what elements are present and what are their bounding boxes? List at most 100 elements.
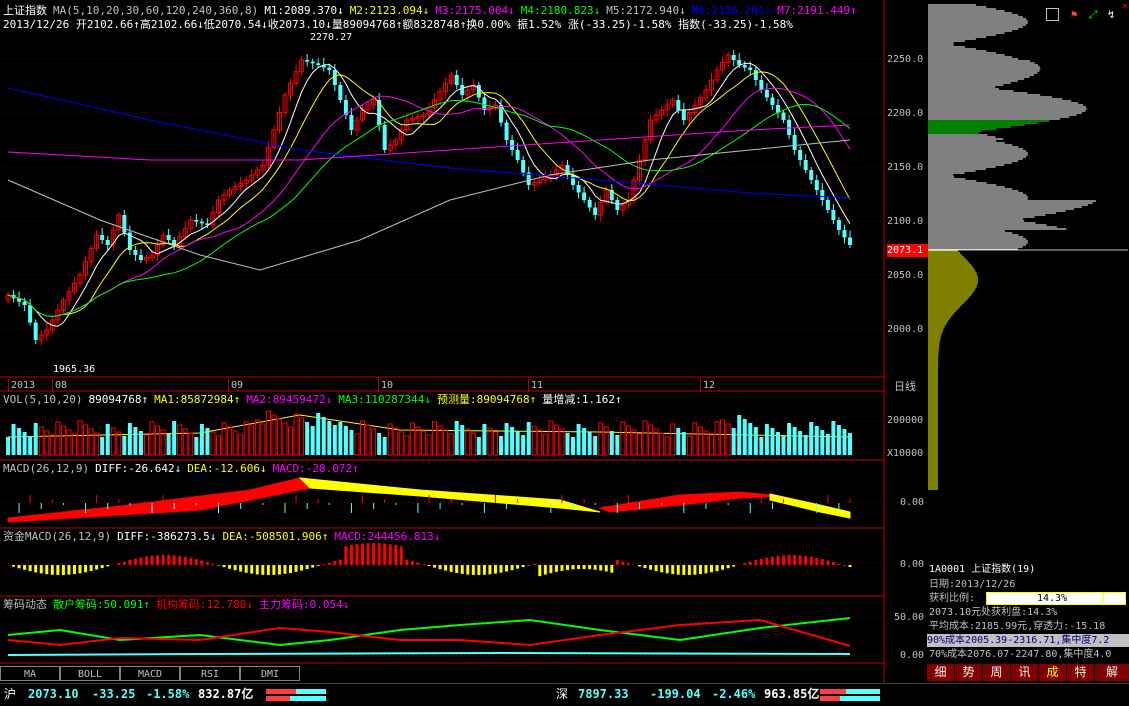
btn-detail[interactable]: 细	[927, 664, 954, 681]
candle-body-down	[831, 210, 836, 220]
volume-bar-down	[122, 436, 127, 455]
flag-icon[interactable]: ⚑	[1066, 8, 1082, 21]
volume-bar-up	[177, 424, 183, 456]
volume-bar-down	[382, 437, 387, 455]
volume-bar-down	[814, 426, 819, 455]
tab-rsi[interactable]: RSI	[180, 666, 240, 681]
candle-body-down	[836, 220, 841, 230]
candle-body-down	[105, 240, 110, 245]
volume-bar-up	[404, 435, 410, 456]
month-axis-label: 10	[378, 379, 393, 392]
volume-bar-up	[620, 421, 626, 456]
volume-bar-up	[398, 431, 404, 456]
chart-canvas[interactable]	[0, 0, 885, 683]
candle-body-down	[199, 221, 204, 224]
candle-body-down	[748, 67, 753, 70]
volume-bar-up	[631, 429, 637, 456]
candle-body-down	[166, 235, 171, 240]
volume-bar-up	[149, 421, 155, 456]
macd-histogram	[7, 477, 851, 523]
volume-bar-up	[553, 424, 559, 456]
volume-bar-down	[565, 433, 570, 455]
volume-bar-up	[559, 428, 565, 456]
volume-bar-up	[49, 434, 55, 456]
month-axis-label: 2013	[8, 379, 35, 392]
ma-header-item: M6:2126.201↓	[691, 4, 772, 17]
btn-week[interactable]: 周	[983, 664, 1010, 681]
tab-dmi[interactable]: DMI	[240, 666, 300, 681]
candle-body-down	[775, 105, 780, 113]
indicator-header: 上证指数 MA(5,10,20,30,60,120,240,360,8) M1:20…	[3, 4, 863, 17]
btn-chip[interactable]: 成	[1039, 664, 1066, 681]
profit-label: 获利比例:	[929, 593, 976, 604]
volume-bar-down	[676, 428, 681, 455]
btn-explain[interactable]: 解	[1095, 664, 1129, 681]
chip-info-box: 1A0001 上证指数(19) 日期:2013/12/26 获利比例: 14.3…	[927, 563, 1129, 663]
volume-bar-up	[143, 434, 149, 456]
macd-yellow-area-2	[769, 493, 851, 519]
btn-news[interactable]: 讯	[1011, 664, 1038, 681]
vol-header-item: MA1:85872984↑	[154, 393, 241, 406]
volume-bar-down	[798, 431, 803, 455]
candle-body-down	[803, 160, 808, 170]
fund-macd-header-item: 资金MACD(26,12,9)	[3, 530, 112, 543]
volume-bar-down	[305, 422, 310, 455]
close-icon[interactable]: ✕	[1117, 0, 1129, 13]
toolbar-box-icon[interactable]	[1046, 8, 1059, 21]
volume-bar-up	[116, 431, 122, 456]
btn-trend[interactable]: 势	[955, 664, 982, 681]
cost-line: 平均成本:2185.99元,穿透力:-15.18	[929, 621, 1106, 632]
month-axis-label: 09	[228, 379, 243, 392]
candle-body-down	[28, 305, 33, 323]
vol-header-item: 预测量:89094768↑	[437, 393, 537, 406]
volume-bar-down	[482, 424, 487, 455]
volume-bar-down	[753, 427, 758, 455]
volume-bar-down	[787, 423, 792, 455]
candle-body-down	[764, 90, 769, 98]
volume-bar-up	[293, 413, 299, 456]
sz-pct: -2.46%	[712, 687, 756, 701]
volume-bar-up	[88, 428, 94, 456]
tab-boll[interactable]: BOLL	[60, 666, 120, 681]
volume-bar-down	[681, 432, 686, 455]
candle-body-down	[454, 75, 459, 85]
cost-90-line: 90%成本2005.39-2316.71,集中度7.2	[927, 634, 1129, 647]
volume-bar-down	[615, 435, 620, 455]
tab-macd[interactable]: MACD	[120, 666, 180, 681]
volume-bar-down	[582, 428, 587, 455]
candle-body-down	[587, 200, 592, 208]
macd-header-item: DEA:-12.606↓	[187, 462, 267, 475]
volume-bar-down	[510, 427, 515, 455]
volume-bar-down	[205, 428, 210, 455]
candle-body-down	[382, 125, 387, 150]
volume-bar-up	[254, 419, 260, 456]
volume-bar-up	[537, 429, 543, 456]
sz-breadth-bar	[820, 689, 880, 701]
volume-bar-down	[377, 433, 382, 455]
ma-header-item: M4:2180.823↓	[520, 4, 601, 17]
btn-special[interactable]: 特	[1067, 664, 1094, 681]
vol-header-item: MA3:110287344↓	[338, 393, 431, 406]
volume-bar-up	[227, 426, 233, 456]
fund-macd-header-item: DEA:-508501.906↑	[222, 530, 329, 543]
candle-body-down	[615, 200, 620, 210]
month-axis-label: 08	[52, 379, 67, 392]
volume-bar-down	[172, 421, 177, 455]
chip-header-item: 筹码动态	[3, 598, 47, 611]
fullscreen-icon[interactable]: ⤢	[1085, 8, 1101, 21]
volume-bar-up	[659, 432, 665, 456]
candle-body-down	[510, 140, 515, 150]
volume-bar-down	[521, 435, 526, 455]
tab-ma[interactable]: MA	[0, 666, 60, 681]
vol-header-item: VOL(5,10,20)	[3, 393, 83, 406]
candle-body-down	[809, 170, 814, 180]
month-axis-label: 11	[528, 379, 543, 392]
cost-70-line: 70%成本2076.07-2247.80,集中度4.0	[929, 649, 1112, 660]
candle-body-down	[582, 192, 587, 200]
volume-bar-down	[764, 424, 769, 455]
volume-bar-up	[664, 436, 670, 456]
volume-bar-down	[515, 431, 520, 455]
volume-bar-down	[770, 428, 775, 455]
volume-bar-up	[686, 435, 692, 456]
volume-bar-up	[409, 422, 415, 456]
